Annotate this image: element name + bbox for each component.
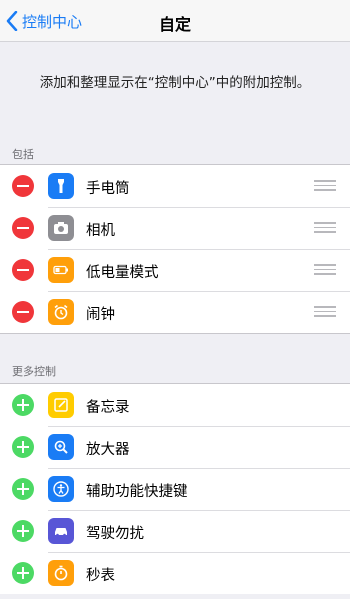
item-label: 秒表	[86, 568, 115, 584]
magnifier-icon	[48, 434, 74, 460]
item-label: 闹钟	[86, 307, 115, 323]
more-controls-list: 备忘录 放大器 辅助功能快捷键 驾驶勿扰 秒表	[0, 383, 350, 594]
list-item: 辅助功能快捷键	[0, 468, 350, 510]
reorder-handle[interactable]	[314, 180, 336, 191]
item-label: 相机	[86, 223, 115, 239]
list-item: 备忘录	[0, 384, 350, 426]
flashlight-icon	[48, 173, 74, 199]
item-label: 备忘录	[86, 400, 130, 416]
page-title: 自定	[158, 15, 191, 34]
stopwatch-icon	[48, 560, 74, 586]
item-label: 驾驶勿扰	[86, 526, 144, 542]
reorder-handle[interactable]	[314, 264, 336, 275]
remove-button[interactable]	[12, 259, 34, 281]
list-item: 放大器	[0, 426, 350, 468]
add-button[interactable]	[12, 478, 34, 500]
add-button[interactable]	[12, 562, 34, 584]
list-item: 驾驶勿扰	[0, 510, 350, 552]
battery-icon	[48, 257, 74, 283]
add-button[interactable]	[12, 436, 34, 458]
accessibility-icon	[48, 476, 74, 502]
list-item: 闹钟	[0, 291, 350, 333]
add-button[interactable]	[12, 394, 34, 416]
item-label: 手电筒	[86, 181, 130, 197]
item-label: 低电量模式	[86, 265, 159, 281]
car-icon	[48, 518, 74, 544]
remove-button[interactable]	[12, 217, 34, 239]
remove-button[interactable]	[12, 175, 34, 197]
list-item: 秒表	[0, 552, 350, 594]
reorder-handle[interactable]	[314, 222, 336, 233]
notes-icon	[48, 392, 74, 418]
item-label: 辅助功能快捷键	[86, 484, 188, 500]
item-label: 放大器	[86, 442, 130, 458]
page-description: 添加和整理显示在“控制中心”中的附加控制。	[39, 75, 311, 91]
section-header-included: 包括	[12, 148, 34, 161]
add-button[interactable]	[12, 520, 34, 542]
alarm-icon	[48, 299, 74, 325]
section-header-more: 更多控制	[12, 365, 56, 378]
remove-button[interactable]	[12, 301, 34, 323]
camera-icon	[48, 215, 74, 241]
navigation-bar: 控制中心 自定	[0, 0, 350, 42]
list-item: 手电筒	[0, 165, 350, 207]
list-item: 低电量模式	[0, 249, 350, 291]
reorder-handle[interactable]	[314, 306, 336, 317]
list-item: 相机	[0, 207, 350, 249]
included-controls-list: 手电筒 相机 低电量模式 闹钟	[0, 164, 350, 334]
